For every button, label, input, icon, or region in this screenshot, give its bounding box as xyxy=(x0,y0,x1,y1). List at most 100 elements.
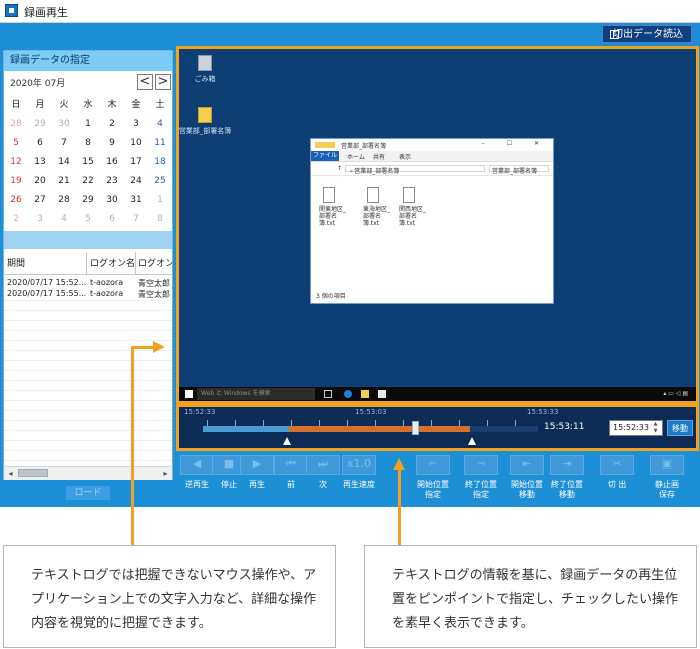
table-gridline xyxy=(4,340,172,341)
calendar-day[interactable]: 24 xyxy=(124,176,148,186)
column-divider xyxy=(135,252,136,274)
toolbar-button-label: 静止画 保存 xyxy=(655,480,679,499)
calendar-day[interactable]: 29 xyxy=(76,195,100,205)
calendar-day[interactable]: 23 xyxy=(100,176,124,186)
scroll-thumb[interactable] xyxy=(18,469,48,477)
spin-up-icon[interactable]: ▲ xyxy=(651,421,660,428)
calendar-day[interactable]: 27 xyxy=(28,195,52,205)
playback-toolbar: ◀ 逆再生 ■ 停止 ▶ 再生 ⏮ 前 ⏭ 次 x1.0 再生速度 ⌐ 開始位置 指定 ¬ 終了位置 指定 ⇤ 開… xyxy=(176,452,699,506)
track-selected-range[interactable] xyxy=(289,426,470,432)
calendar-day[interactable]: 25 xyxy=(148,176,172,186)
table-gridline xyxy=(4,400,172,401)
calendar-week: 26 27 28 29 30 31 1 xyxy=(4,191,172,210)
calendar-day[interactable]: 26 xyxy=(4,195,28,205)
load-file-icon xyxy=(610,30,619,39)
calendar-day[interactable]: 5 xyxy=(4,138,28,148)
calendar-day[interactable]: 14 xyxy=(52,157,76,167)
table-cell: t-aozora xyxy=(90,278,124,287)
time-spinner[interactable]: ▲ ▼ xyxy=(651,421,660,435)
calendar-day[interactable]: 13 xyxy=(28,157,52,167)
calendar-day[interactable]: 29 xyxy=(28,119,52,129)
calendar-day[interactable]: 2 xyxy=(100,119,124,129)
video-highlight-frame xyxy=(176,46,699,404)
weekday-label: 木 xyxy=(107,100,117,110)
calendar-day[interactable]: 5 xyxy=(76,214,100,224)
calendar-day[interactable]: 19 xyxy=(4,176,28,186)
range-end-marker[interactable] xyxy=(468,437,476,445)
calendar-day[interactable]: 16 xyxy=(100,157,124,167)
weekday-label: 日 xyxy=(11,100,21,110)
calendar-day[interactable]: 9 xyxy=(100,138,124,148)
toolbar-glyph-icon: ⇥ xyxy=(562,457,572,470)
arrow-right-icon xyxy=(153,341,165,353)
table-gridline xyxy=(4,380,172,381)
scroll-left-icon[interactable]: ◂ xyxy=(4,467,17,480)
panel-title: 録画データの指定 xyxy=(4,51,172,71)
calendar-day[interactable]: 18 xyxy=(148,157,172,167)
calendar-day[interactable]: 7 xyxy=(52,138,76,148)
calendar-day[interactable]: 7 xyxy=(124,214,148,224)
table-cell: 青空太郎 xyxy=(138,290,170,299)
recording-select-panel: 録画データの指定 2020年 07月 < > 日月火水木金土 28 29 30 1 2 3 4… xyxy=(3,50,173,480)
move-button[interactable]: 移動 xyxy=(667,420,693,436)
load-clip-data-label: 切出データ読込 xyxy=(613,29,683,40)
track-after-range xyxy=(470,426,538,432)
title-bar: 録画再生 xyxy=(0,0,700,23)
calendar-day[interactable]: 3 xyxy=(28,214,52,224)
timeline-label: 15:53:33 xyxy=(527,408,559,416)
range-start-marker[interactable] xyxy=(283,437,291,445)
calendar-day[interactable]: 31 xyxy=(124,195,148,205)
load-clip-data-button[interactable]: 切出データ読込 xyxy=(602,25,692,43)
calendar-day[interactable]: 10 xyxy=(124,138,148,148)
toolbar-button[interactable]: x1.0 再生速度 xyxy=(329,452,389,504)
table-gridline xyxy=(4,350,172,351)
calendar-day[interactable]: 3 xyxy=(124,119,148,129)
calendar-day[interactable]: 28 xyxy=(52,195,76,205)
calendar-day[interactable]: 1 xyxy=(76,119,100,129)
calendar-day[interactable]: 4 xyxy=(52,214,76,224)
table-row[interactable]: 2020/07/17 15:52... t-aozora 青空太郎 xyxy=(4,278,172,289)
load-button[interactable]: ロード xyxy=(66,486,110,500)
horizontal-scrollbar[interactable]: ◂ ▸ xyxy=(4,466,172,480)
table-gridline xyxy=(4,320,172,321)
calendar-day[interactable]: 28 xyxy=(4,119,28,129)
col-period: 期間 xyxy=(7,259,26,269)
callout-line-left-h xyxy=(131,346,155,349)
toolbar-glyph-icon: ✂ xyxy=(612,457,622,470)
calendar-day[interactable]: 4 xyxy=(148,119,172,129)
toolbar-glyph-icon: ▣ xyxy=(661,457,673,470)
timeline-bar: 15:52:33 15:53:03 15:53:33 15:53:11 15:5… xyxy=(176,404,699,451)
prev-month-button[interactable]: < xyxy=(137,74,153,90)
playhead-handle[interactable] xyxy=(412,421,419,435)
weekday-label: 土 xyxy=(155,100,165,110)
table-cell: 2020/07/17 15:55... xyxy=(7,289,87,298)
calendar-day[interactable]: 6 xyxy=(100,214,124,224)
table-gridline xyxy=(4,330,172,331)
calendar-day[interactable]: 15 xyxy=(76,157,100,167)
calendar-day[interactable]: 8 xyxy=(148,214,172,224)
calendar-day[interactable]: 6 xyxy=(28,138,52,148)
table-gridline xyxy=(4,370,172,371)
next-month-button[interactable]: > xyxy=(155,74,171,90)
toolbar-glyph-icon: ⌐ xyxy=(428,457,438,470)
calendar-day[interactable]: 22 xyxy=(76,176,100,186)
calendar-day[interactable]: 12 xyxy=(4,157,28,167)
table-gridline xyxy=(4,410,172,411)
calendar-day[interactable]: 8 xyxy=(76,138,100,148)
calendar-day[interactable]: 30 xyxy=(100,195,124,205)
calendar-day[interactable]: 2 xyxy=(4,214,28,224)
table-gridline xyxy=(4,450,172,451)
toolbar-button[interactable]: ▣ 静止画 保存 xyxy=(637,452,697,504)
table-row[interactable]: 2020/07/17 15:55... t-aozora 青空太郎 xyxy=(4,289,172,300)
calendar-day[interactable]: 21 xyxy=(52,176,76,186)
calendar-day[interactable]: 20 xyxy=(28,176,52,186)
calendar-day[interactable]: 17 xyxy=(124,157,148,167)
table-gridline xyxy=(4,460,172,461)
weekday-label: 月 xyxy=(35,100,45,110)
calendar-day[interactable]: 30 xyxy=(52,119,76,129)
calendar-day[interactable]: 11 xyxy=(148,138,172,148)
calendar-day[interactable]: 1 xyxy=(148,195,172,205)
spin-down-icon[interactable]: ▼ xyxy=(651,428,660,435)
toolbar-button-label: 再生速度 xyxy=(343,480,375,489)
calendar-week: 2345678 xyxy=(4,210,172,229)
